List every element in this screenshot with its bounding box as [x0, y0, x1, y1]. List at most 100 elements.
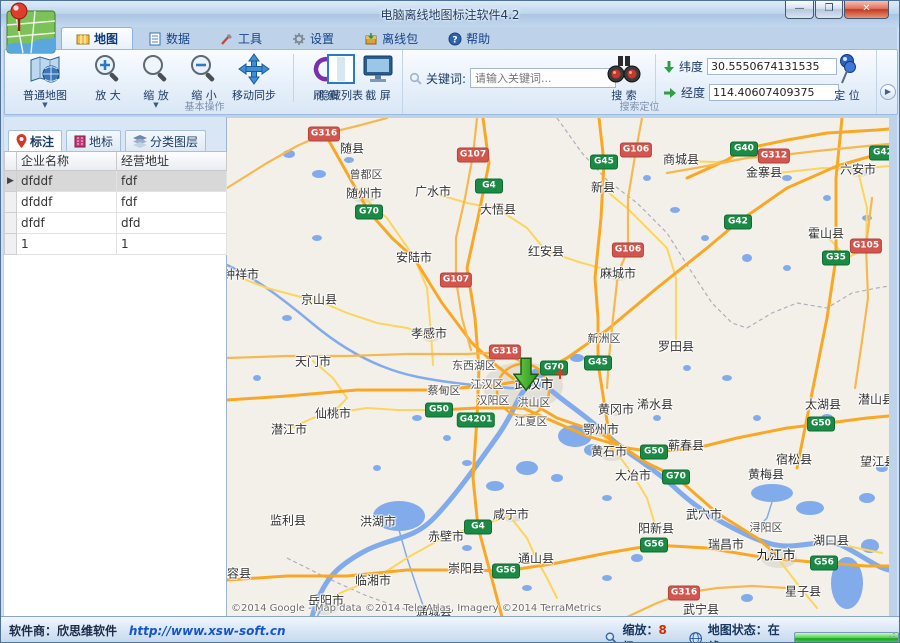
app-window: 电脑离线地图标注软件4.2 — ❐ ✕ 地图 数据 工具 设置: [0, 0, 900, 643]
table-cell[interactable]: fdf: [117, 170, 227, 191]
keyword-input[interactable]: [470, 68, 616, 88]
tab-data[interactable]: 数据: [133, 27, 205, 49]
map-label: 潜山县: [858, 391, 889, 408]
annotation-table: 企业名称 经营地址 ▶dfddffdfdfddffdfdfdfdfd11: [4, 152, 227, 255]
map-label: 随县: [340, 140, 364, 157]
table-cell[interactable]: dfddf: [17, 191, 117, 212]
map-label: 鄂州市: [583, 421, 619, 438]
road-shield: G50: [426, 404, 452, 417]
map-label: 汉阳区: [477, 392, 510, 408]
map-label: 金寨县: [746, 164, 782, 181]
table-cell[interactable]: 1: [17, 233, 117, 254]
road-shield: G105: [851, 240, 881, 253]
map-label: 蔡甸区: [428, 382, 461, 398]
table-cell[interactable]: dfd: [117, 212, 227, 233]
normal-map-icon: [29, 54, 61, 84]
map-state-label: 地图状态：: [708, 623, 768, 637]
tab-map[interactable]: 地图: [61, 27, 133, 49]
map-label: 潜江市: [271, 421, 307, 438]
tab-offline-pack-label: 离线包: [382, 30, 418, 47]
map-label: 湖口县: [813, 532, 849, 549]
sidebar-tab-annotations-label: 标注: [30, 133, 54, 150]
keyword-label: 关键词:: [426, 70, 466, 87]
map-label: 阳新县: [638, 520, 674, 537]
title-bar[interactable]: 电脑离线地图标注软件4.2 — ❐ ✕: [1, 1, 899, 27]
table-row[interactable]: dfdfdfd: [5, 212, 227, 233]
map-tab-icon: [76, 32, 90, 46]
tab-tools-label: 工具: [238, 30, 262, 47]
tab-help[interactable]: ? 帮助: [433, 27, 505, 49]
ribbon-expand-button[interactable]: ▶: [880, 84, 896, 100]
table-row[interactable]: 11: [5, 233, 227, 254]
vendor-info: 软件商：欣思维软件 http://www.xsw-soft.cn: [9, 622, 286, 639]
hide-list-icon: [327, 54, 355, 84]
map-label: 武穴市: [686, 506, 722, 523]
sidebar: 标注 地标 分类图层: [4, 117, 227, 617]
latitude-input[interactable]: [707, 58, 837, 75]
column-company-name[interactable]: 企业名称: [17, 152, 117, 170]
package-tab-icon: [364, 32, 378, 46]
row-selector[interactable]: [5, 212, 17, 233]
table-cell[interactable]: dfdf: [17, 212, 117, 233]
map-label: 蕲春县: [668, 437, 704, 454]
road-shield: G4201: [458, 414, 494, 427]
map-cross-marker: +: [553, 368, 567, 380]
status-map-state-text: 地图状态：在线: [708, 621, 783, 643]
status-zoom-text: 缩放：8 级: [622, 621, 676, 643]
map-label: 商城县: [663, 151, 699, 168]
close-button[interactable]: ✕: [844, 1, 889, 19]
map-marker-arrow-icon[interactable]: [513, 357, 539, 391]
map-label: 九江市: [756, 545, 795, 564]
map-label: 咸宁市: [493, 506, 529, 523]
map-label: 六安市: [840, 161, 876, 178]
search-button[interactable]: 搜 索: [601, 52, 647, 103]
map-label: 曾都区: [350, 166, 383, 182]
zoom-status-value: 8: [658, 623, 666, 637]
ribbon-tab-strip: 地图 数据 工具 设置 离线包 ? 帮助: [61, 27, 505, 49]
svg-text:?: ?: [452, 35, 457, 45]
table-cell[interactable]: fdf: [117, 191, 227, 212]
tab-tools[interactable]: 工具: [205, 27, 277, 49]
table-row[interactable]: ▶dfddffdf: [5, 170, 227, 191]
road-shield: G45: [591, 156, 617, 169]
row-selector[interactable]: [5, 191, 17, 212]
globe-icon: [689, 631, 702, 643]
ribbon-group-search: 关键词: 搜 索 纬度: [403, 50, 877, 114]
tab-map-label: 地图: [94, 30, 118, 47]
screenshot-button[interactable]: 截 屏: [353, 52, 403, 103]
map-label: 天门市: [295, 353, 331, 370]
map-label: 华容县: [227, 565, 251, 582]
sidebar-tab-annotations[interactable]: 标注: [8, 130, 62, 151]
map-label: 罗田县: [658, 338, 694, 355]
table-cell[interactable]: dfddf: [17, 170, 117, 191]
map-label: 监利县: [270, 512, 306, 529]
road-shield: G35: [823, 252, 849, 265]
map-label: 浠水县: [637, 396, 673, 413]
window-controls: — ❐ ✕: [784, 1, 889, 19]
map-canvas[interactable]: 随县曾都区随州市广水市大悟县红安县麻城市商城县金寨县六安市新县霍山县钟祥市京山县…: [227, 118, 889, 617]
row-selector[interactable]: ▶: [5, 170, 17, 191]
minimize-button[interactable]: —: [785, 1, 814, 19]
maximize-button[interactable]: ❐: [815, 1, 843, 19]
zoom-icon: [140, 53, 172, 85]
map-label: 东西湖区: [452, 357, 496, 373]
pan-sync-button[interactable]: 移动同步: [223, 52, 285, 103]
zoom-status-label: 缩放：: [622, 623, 658, 637]
table-row[interactable]: dfddffdf: [5, 191, 227, 212]
app-logo-icon: [5, 1, 57, 55]
locate-button[interactable]: 定 位: [823, 52, 871, 103]
column-address[interactable]: 经营地址: [117, 152, 227, 170]
road-shield: G40: [731, 143, 757, 156]
group-separator: [293, 54, 294, 102]
row-selector[interactable]: [5, 233, 17, 254]
sidebar-tab-landmarks[interactable]: 地标: [66, 130, 121, 151]
sidebar-tab-layers[interactable]: 分类图层: [125, 130, 206, 151]
tab-settings[interactable]: 设置: [277, 27, 349, 49]
table-cell[interactable]: 1: [117, 233, 227, 254]
vendor-url[interactable]: http://www.xsw-soft.cn: [129, 624, 286, 638]
map-label: 洪山区: [518, 394, 551, 410]
tab-offline-pack[interactable]: 离线包: [349, 27, 433, 49]
resize-grip[interactable]: [886, 629, 896, 639]
road-shield: G56: [641, 539, 667, 552]
road-shield: G316: [309, 128, 339, 141]
